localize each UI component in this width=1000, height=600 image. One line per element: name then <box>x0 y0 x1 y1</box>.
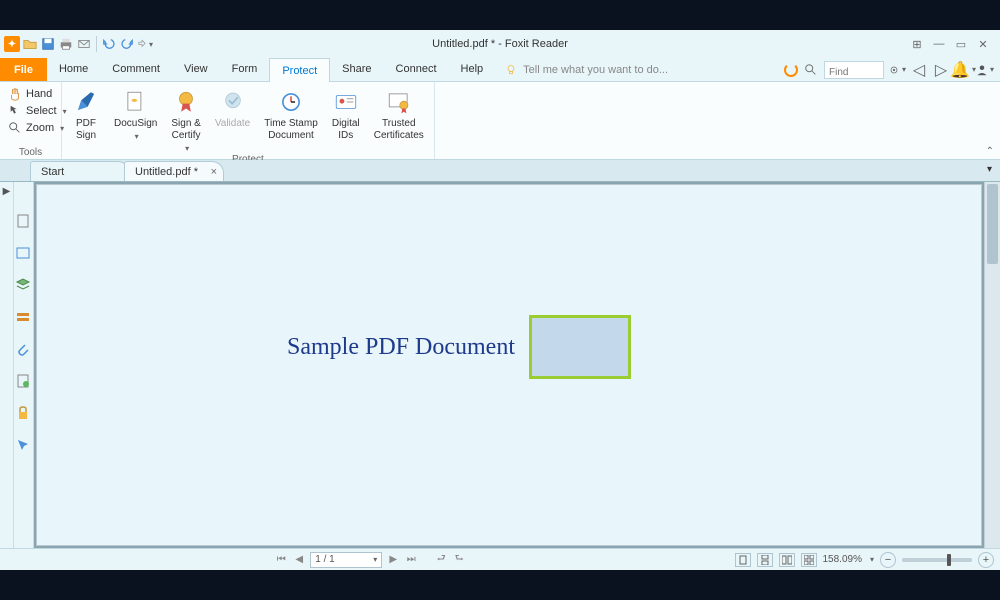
trusted-certs-button[interactable]: TrustedCertificates <box>368 84 430 153</box>
close-tab-icon[interactable]: × <box>211 166 217 178</box>
docusign-button[interactable]: DocuSign ▾ <box>108 84 163 153</box>
window-title: Untitled.pdf * - Foxit Reader <box>432 38 568 50</box>
user-icon[interactable]: ▾ <box>976 62 994 78</box>
first-page-icon[interactable]: ⏮ <box>274 553 288 567</box>
attachments-icon[interactable] <box>14 340 32 358</box>
tell-me-search[interactable]: Tell me what you want to do... <box>505 58 668 81</box>
document-tabs: Start Untitled.pdf *× ▾ <box>0 160 1000 182</box>
docusign-icon <box>123 89 149 115</box>
doc-tab-current[interactable]: Untitled.pdf *× <box>124 161 224 181</box>
document-heading: Sample PDF Document <box>287 334 515 361</box>
ribbon: Hand Select▾ Zoom▾ Tools PDFSign DocuSig… <box>0 82 1000 160</box>
scrollbar-thumb[interactable] <box>987 184 998 264</box>
page-number-box[interactable]: 1 / 1▾ <box>310 552 382 568</box>
redo-icon[interactable] <box>119 36 135 52</box>
ribbon-tabs: File Home Comment View Form Protect Shar… <box>0 58 1000 82</box>
find-box[interactable] <box>824 61 884 79</box>
continuous-view-icon[interactable] <box>757 553 773 567</box>
app-icon: ✦ <box>4 36 20 52</box>
signatures-icon[interactable] <box>14 372 32 390</box>
digital-ids-button[interactable]: DigitalIDs <box>326 84 366 153</box>
sign-certify-button[interactable]: Sign &Certify ▾ <box>165 84 206 153</box>
next-page-icon[interactable]: ▶ <box>386 553 400 567</box>
zoom-level: 158.09% <box>823 554 862 565</box>
last-page-icon[interactable]: ⏭ <box>404 553 418 567</box>
qat-customize-icon[interactable]: ▾ <box>137 36 153 52</box>
vertical-scrollbar[interactable] <box>984 182 1000 548</box>
connectedreview-icon[interactable] <box>14 436 32 454</box>
clock-icon <box>278 89 304 115</box>
find-input[interactable] <box>825 64 883 80</box>
tab-share[interactable]: Share <box>330 58 383 81</box>
pen-icon <box>73 89 99 115</box>
undo-icon[interactable] <box>101 36 117 52</box>
zoom-in-button[interactable]: + <box>978 552 994 568</box>
single-page-view-icon[interactable] <box>735 553 751 567</box>
group-tools-label: Tools <box>4 146 57 159</box>
notification-icon[interactable]: 🔔▾ <box>954 62 972 78</box>
navigation-panel <box>14 182 34 548</box>
document-area: Sample PDF Document <box>34 182 1000 548</box>
zoom-tool[interactable]: Zoom▾ <box>4 120 71 136</box>
continuous-facing-view-icon[interactable] <box>801 553 817 567</box>
pdf-sign-button[interactable]: PDFSign <box>66 84 106 153</box>
validate-button: Validate <box>209 84 256 153</box>
prev-view-icon[interactable]: ⮐ <box>434 553 448 567</box>
security-icon[interactable] <box>14 404 32 422</box>
file-tab[interactable]: File <box>0 58 47 81</box>
tab-connect[interactable]: Connect <box>384 58 449 81</box>
find-next-icon[interactable]: ▷ <box>932 62 950 78</box>
collapse-ribbon-icon[interactable]: ⌃ <box>986 146 994 157</box>
zoom-dropdown-icon[interactable]: ▾ <box>870 555 874 564</box>
id-card-icon <box>333 89 359 115</box>
doc-tab-start[interactable]: Start <box>30 161 130 181</box>
certify-icon <box>173 89 199 115</box>
pages-icon[interactable] <box>14 244 32 262</box>
status-bar: ⏮ ◀ 1 / 1▾ ▶ ⏭ ⮐ ⮑ 158.09% ▾ − + <box>0 548 1000 570</box>
save-icon[interactable] <box>40 36 56 52</box>
next-view-icon[interactable]: ⮑ <box>452 553 466 567</box>
certificate-icon <box>386 89 412 115</box>
lightbulb-icon <box>505 64 517 76</box>
tab-protect[interactable]: Protect <box>269 58 330 82</box>
open-icon[interactable] <box>22 36 38 52</box>
tab-view[interactable]: View <box>172 58 220 81</box>
tab-form[interactable]: Form <box>220 58 270 81</box>
prev-page-icon[interactable]: ◀ <box>292 553 306 567</box>
doc-tabs-menu-icon[interactable]: ▾ <box>987 164 992 175</box>
bookmarks-icon[interactable] <box>14 212 32 230</box>
tab-comment[interactable]: Comment <box>100 58 172 81</box>
comments-icon[interactable] <box>14 308 32 326</box>
selected-annotation[interactable] <box>529 315 631 379</box>
facing-view-icon[interactable] <box>779 553 795 567</box>
zoom-slider-thumb[interactable] <box>947 554 951 566</box>
pdf-page[interactable]: Sample PDF Document <box>36 184 982 546</box>
layers-icon[interactable] <box>14 276 32 294</box>
hand-tool[interactable]: Hand <box>4 86 71 102</box>
select-tool[interactable]: Select▾ <box>4 103 71 119</box>
timestamp-button[interactable]: Time StampDocument <box>258 84 324 153</box>
search-icon[interactable] <box>802 62 820 78</box>
find-prev-icon[interactable]: ◁ <box>910 62 928 78</box>
tab-help[interactable]: Help <box>449 58 496 81</box>
loading-icon <box>784 63 798 77</box>
maximize-button[interactable]: ▭ <box>952 36 970 52</box>
minimize-button[interactable]: — <box>930 36 948 52</box>
zoom-out-button[interactable]: − <box>880 552 896 568</box>
zoom-slider[interactable] <box>902 558 972 562</box>
close-button[interactable]: ✕ <box>974 36 992 52</box>
email-icon[interactable] <box>76 36 92 52</box>
validate-icon <box>220 89 246 115</box>
find-options-icon[interactable]: ▾ <box>888 62 906 78</box>
tab-home[interactable]: Home <box>47 58 100 81</box>
print-icon[interactable] <box>58 36 74 52</box>
ribbon-layout-icon[interactable]: ⊞ <box>908 36 926 52</box>
panel-expand-icon[interactable]: ▶ <box>0 182 14 548</box>
title-bar: ✦ ▾ Untitled.pdf * - Foxit Reader ⊞ — ▭ … <box>0 30 1000 58</box>
